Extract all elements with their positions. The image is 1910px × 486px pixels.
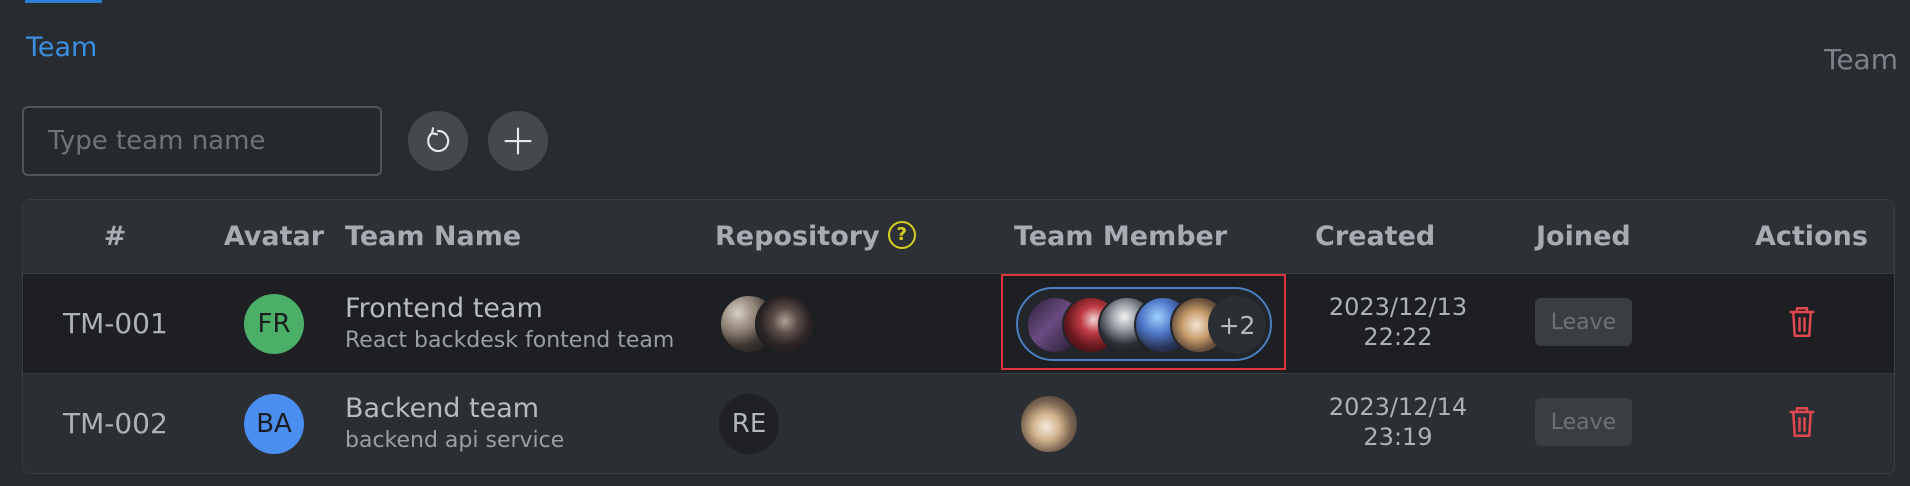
team-id: TM-001 [63, 307, 168, 340]
column-header-team-name: Team Name [345, 221, 522, 252]
team-description: backend api service [345, 428, 565, 453]
leave-button[interactable]: Leave [1535, 398, 1632, 446]
team-id: TM-002 [63, 407, 168, 440]
leave-button[interactable]: Leave [1535, 298, 1632, 346]
delete-button[interactable] [1787, 304, 1817, 340]
created-time-text: 23:19 [1363, 423, 1433, 451]
refresh-button[interactable] [408, 111, 468, 171]
column-header-id: # [103, 221, 127, 252]
breadcrumb[interactable]: Team [26, 32, 97, 63]
active-tab-indicator [25, 0, 102, 3]
created-date-text: 2023/12/13 [1328, 293, 1468, 321]
column-header-joined: Joined [1536, 221, 1631, 252]
repository-image [755, 294, 815, 354]
trash-icon [1789, 307, 1815, 337]
trash-icon [1789, 407, 1815, 437]
column-header-repository-label: Repository [715, 221, 880, 252]
team-member-avatar-group[interactable] [1019, 394, 1079, 454]
delete-button[interactable] [1787, 404, 1817, 440]
table-row[interactable]: TM-001 FR Frontend team React backdesk f… [23, 274, 1894, 374]
column-header-actions: Actions [1755, 221, 1868, 252]
column-header-created: Created [1315, 221, 1436, 252]
plus-icon [504, 127, 532, 155]
add-team-button[interactable] [488, 111, 548, 171]
search-input[interactable] [22, 106, 382, 176]
refresh-icon [427, 127, 450, 153]
column-header-repository: Repository? [715, 200, 916, 274]
created-date-text: 2023/12/14 [1328, 393, 1468, 421]
table-row[interactable]: TM-002 BA Backend team backend api servi… [23, 374, 1894, 473]
team-description: React backdesk fontend team [345, 328, 675, 353]
team-avatar: FR [244, 294, 304, 354]
help-icon[interactable]: ? [887, 220, 916, 249]
page-title: Team [1823, 43, 1898, 76]
column-header-avatar: Avatar [223, 221, 325, 252]
column-header-team-member: Team Member [1014, 221, 1228, 252]
member-avatar [1019, 394, 1079, 454]
table-header: # Avatar Team Name Repository? Team Memb… [23, 200, 1894, 274]
created-date: 2023/12/14 23:19 [1313, 392, 1483, 452]
more-members-count[interactable]: +2 [1208, 296, 1266, 354]
team-name: Frontend team [345, 293, 543, 324]
created-date: 2023/12/13 22:22 [1313, 292, 1483, 352]
team-member-avatar-group[interactable]: +2 [1016, 287, 1272, 361]
team-avatar: BA [244, 394, 304, 454]
teams-table: # Avatar Team Name Repository? Team Memb… [22, 199, 1895, 474]
repository-avatar[interactable]: RE [719, 394, 779, 454]
created-time-text: 22:22 [1363, 323, 1433, 351]
team-name: Backend team [345, 393, 540, 424]
